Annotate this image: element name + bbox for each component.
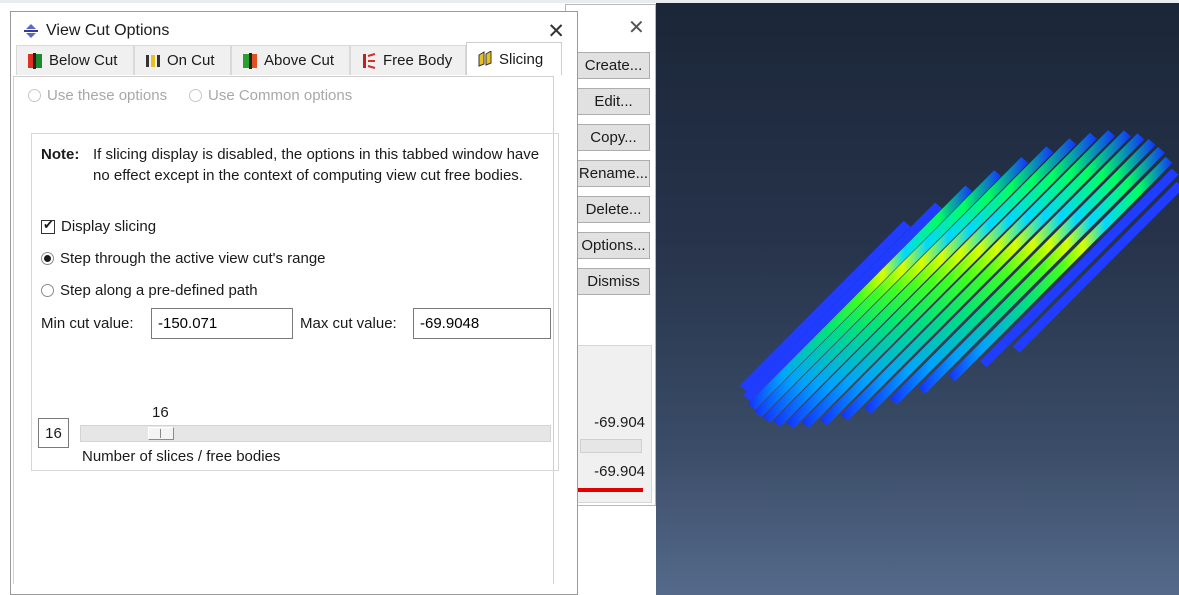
use-common-options-radio: Use Common options <box>189 87 352 104</box>
min-cut-label: Min cut value: <box>41 315 134 332</box>
view-cut-icon <box>24 24 38 38</box>
sliced-model-render <box>739 130 1179 429</box>
tab-label: On Cut <box>167 52 215 69</box>
use-these-options-radio: Use these options <box>28 87 167 104</box>
edit-button[interactable]: Edit... <box>577 88 650 115</box>
create-button[interactable]: Create... <box>577 52 650 79</box>
manager-close-icon[interactable]: ✕ <box>628 15 645 40</box>
view-cut-manager: ✕ Create... Edit... Copy... Rename... De… <box>565 4 656 506</box>
tab-slicing[interactable]: Slicing <box>466 42 562 75</box>
radio-indicator <box>28 89 41 102</box>
above-cut-icon <box>243 52 257 69</box>
tab-label: Below Cut <box>49 52 118 69</box>
manager-value-top: -69.904 <box>594 414 645 431</box>
radio-label: Step along a pre-defined path <box>60 282 258 299</box>
radio-indicator <box>189 89 202 102</box>
manager-value-bottom: -69.904 <box>594 463 645 480</box>
radio-label: Step through the active view cut's range <box>60 250 326 267</box>
slider-thumb[interactable] <box>148 427 174 440</box>
delete-button[interactable]: Delete... <box>577 196 650 223</box>
note-label: Note: <box>41 146 80 163</box>
checkbox-box[interactable]: ✔ <box>41 216 55 234</box>
display-slicing-checkbox[interactable]: ✔ Display slicing <box>41 216 157 235</box>
slider-value-label: 16 <box>152 404 169 421</box>
rename-button[interactable]: Rename... <box>577 160 650 187</box>
copy-button[interactable]: Copy... <box>577 124 650 151</box>
tab-label: Slicing <box>499 50 544 68</box>
on-cut-icon <box>146 54 160 67</box>
step-active-range-radio[interactable]: Step through the active view cut's range <box>41 250 326 267</box>
min-cut-field[interactable] <box>151 308 293 339</box>
radio-indicator[interactable] <box>41 284 54 297</box>
radio-label: Use these options <box>47 87 168 104</box>
free-body-icon <box>363 52 376 69</box>
options-button[interactable]: Options... <box>577 232 650 259</box>
manager-slider-track[interactable] <box>580 439 642 453</box>
radio-label: Use Common options <box>208 87 353 104</box>
note-body: If slicing display is disabled, the opti… <box>93 146 540 184</box>
manager-range-bar <box>577 488 643 492</box>
tab-label: Above Cut <box>264 52 335 69</box>
close-icon[interactable]: ✕ <box>547 19 565 44</box>
dialog-title: View Cut Options <box>46 22 170 39</box>
tab-on-cut[interactable]: On Cut <box>134 45 231 75</box>
viewport[interactable] <box>656 3 1179 595</box>
radio-indicator[interactable] <box>41 252 54 265</box>
step-path-radio[interactable]: Step along a pre-defined path <box>41 282 258 299</box>
tab-above-cut[interactable]: Above Cut <box>231 45 350 75</box>
tab-label: Free Body <box>383 52 453 69</box>
slice-count-field[interactable]: 16 <box>38 418 69 448</box>
below-cut-icon <box>28 52 42 69</box>
dismiss-button[interactable]: Dismiss <box>577 268 650 295</box>
thumb-grip-icon <box>160 429 163 438</box>
slices-caption: Number of slices / free bodies <box>82 448 281 465</box>
max-cut-label: Max cut value: <box>300 315 397 332</box>
tab-below-cut[interactable]: Below Cut <box>16 45 134 75</box>
check-mark-icon: ✔ <box>43 216 54 232</box>
slicing-icon <box>478 51 492 67</box>
max-cut-field[interactable] <box>413 308 551 339</box>
tab-free-body[interactable]: Free Body <box>350 45 466 75</box>
checkbox-label: Display slicing <box>61 218 157 235</box>
